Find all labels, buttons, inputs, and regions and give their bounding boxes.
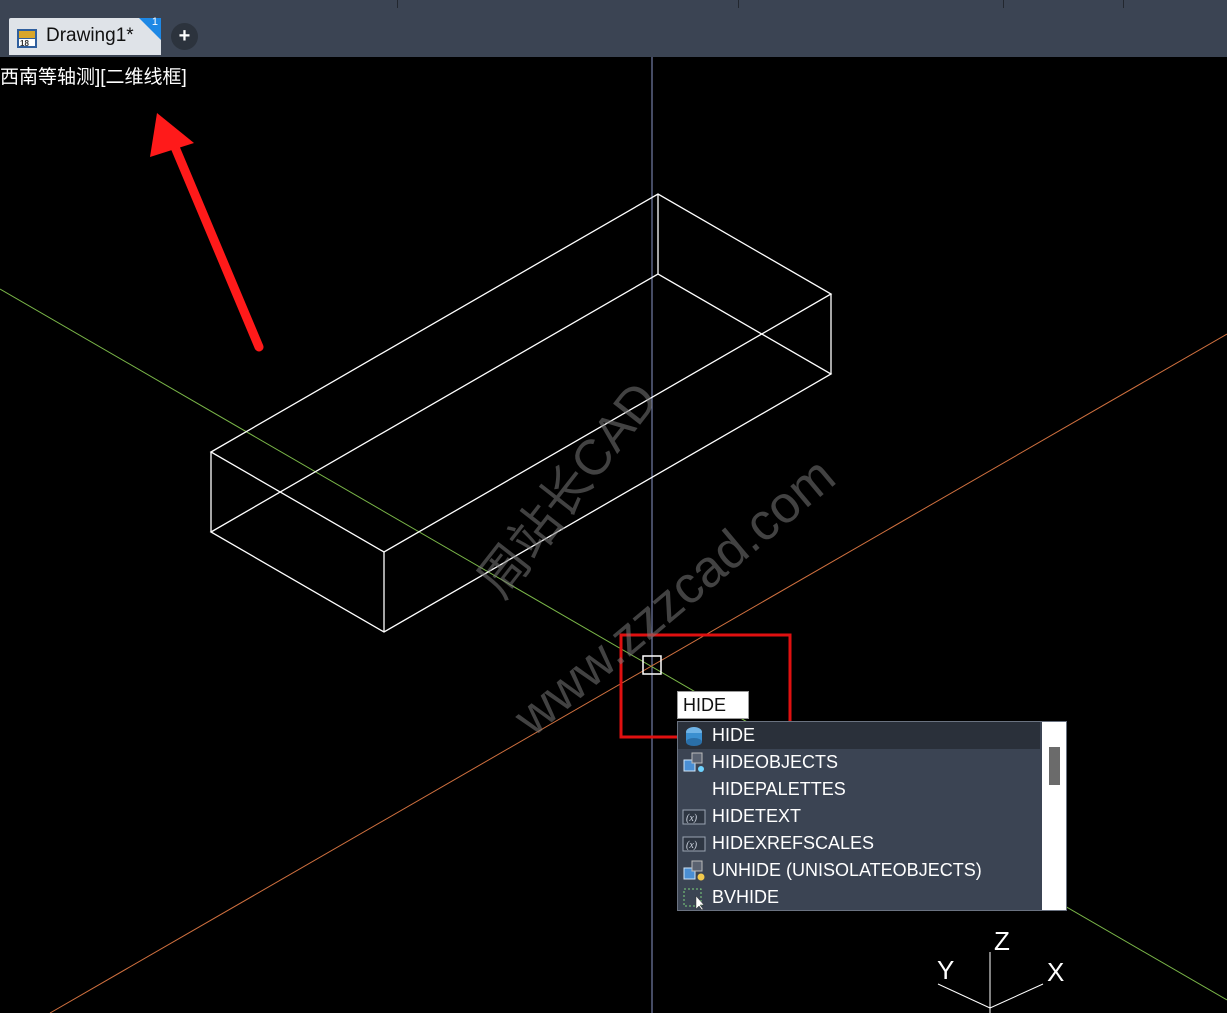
autocomplete-item-hidexrefscales[interactable]: (x) HIDEXREFSCALES bbox=[678, 830, 1040, 857]
autocomplete-label: HIDETEXT bbox=[712, 806, 802, 826]
autocomplete-item-hidepalettes[interactable]: HIDEPALETTES bbox=[678, 776, 1040, 803]
dynamic-command-input[interactable]: HIDE bbox=[677, 691, 749, 719]
scrollbar-thumb[interactable] bbox=[1049, 747, 1060, 785]
autocomplete-item-unhide[interactable]: UNHIDE (UNISOLATEOBJECTS) bbox=[678, 857, 1040, 884]
autocomplete-item-hide[interactable]: HIDE bbox=[678, 722, 1040, 749]
unhide-icon bbox=[683, 860, 705, 881]
hide-objects-icon bbox=[683, 752, 704, 772]
ucs-z-label: Z bbox=[994, 926, 1010, 956]
autocomplete-label: UNHIDE (UNISOLATEOBJECTS) bbox=[712, 860, 982, 880]
command-autocomplete-list: HIDE HIDEOBJECTS HIDEPALETTES (x) HIDETE… bbox=[677, 721, 1067, 911]
system-variable-icon: (x) bbox=[682, 809, 706, 825]
ucs-x-label: X bbox=[1047, 957, 1065, 987]
autocomplete-label: HIDEXREFSCALES bbox=[712, 833, 875, 853]
svg-text:(x): (x) bbox=[686, 840, 698, 851]
autocomplete-label: HIDE bbox=[712, 725, 756, 745]
autocomplete-label: BVHIDE bbox=[712, 887, 780, 907]
autocomplete-label: HIDEOBJECTS bbox=[712, 752, 839, 772]
red-arrow-annotation bbox=[150, 113, 264, 352]
autocomplete-item-bvhide[interactable]: BVHIDE bbox=[678, 884, 1040, 911]
view-style-label[interactable]: 西南等轴测][二维线框] bbox=[0, 62, 187, 89]
autocomplete-scrollbar[interactable] bbox=[1042, 722, 1066, 910]
svg-text:(x): (x) bbox=[686, 813, 698, 824]
autocomplete-label: HIDEPALETTES bbox=[712, 779, 846, 799]
block-visibility-hide-icon bbox=[683, 888, 705, 910]
hide-icon bbox=[686, 727, 702, 746]
ucs-y-label: Y bbox=[937, 955, 955, 985]
system-variable-icon: (x) bbox=[682, 836, 706, 852]
autocomplete-item-hidetext[interactable]: (x) HIDETEXT bbox=[678, 803, 1040, 830]
autocomplete-item-hideobjects[interactable]: HIDEOBJECTS bbox=[678, 749, 1040, 776]
